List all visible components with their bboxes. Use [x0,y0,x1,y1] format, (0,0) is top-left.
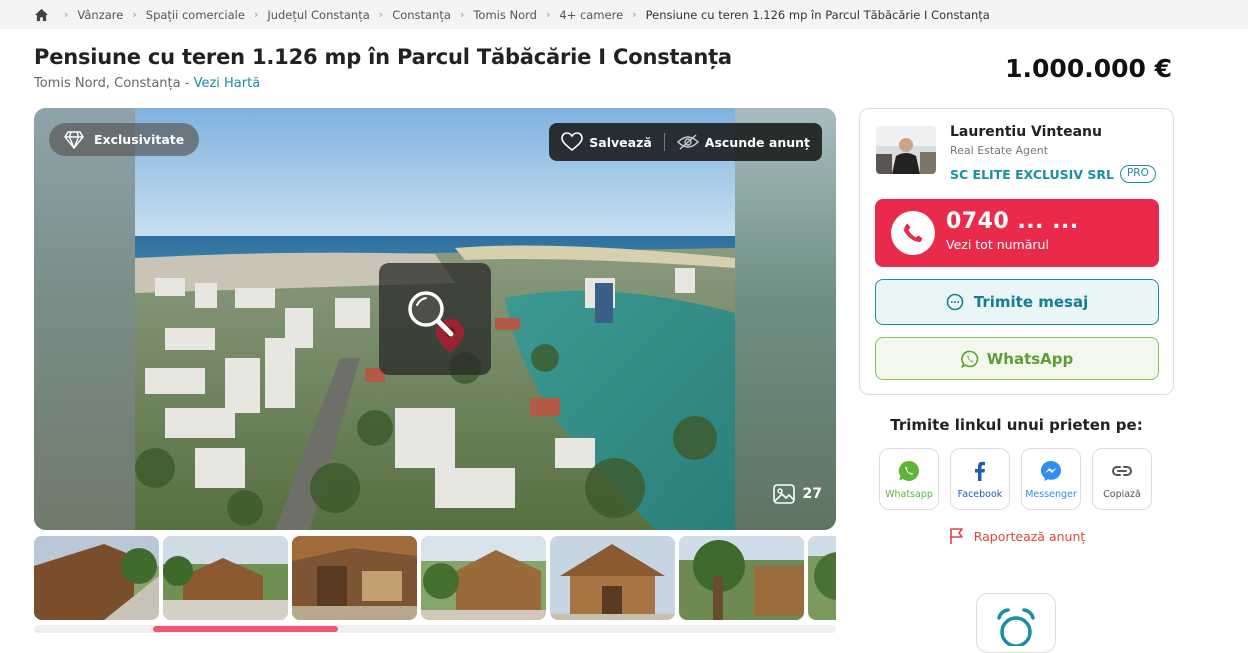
agent-card: Laurentiu Vinteanu Real Estate Agent SC … [859,108,1174,395]
gallery-blur-right [735,108,836,530]
share-whatsapp-button[interactable]: Whatsapp [879,448,939,510]
photo-count-value: 27 [802,486,822,502]
report-label: Raportează anunț [973,528,1086,544]
phone-icon [904,223,923,242]
copy-link-button[interactable]: Copiază [1092,448,1152,510]
thumbnail[interactable] [550,536,675,620]
main-gallery[interactable]: Exclusivitate Salvează Ascunde anunț 27 [34,108,836,530]
send-message-label: Trimite mesaj [973,293,1089,311]
chat-icon [946,293,964,311]
report-listing-link[interactable]: Raportează anunț [859,527,1174,545]
phone-number: 0740 ... ... [946,209,1079,234]
gallery-blur-left [34,108,135,530]
copy-link-label: Copiază [1103,488,1141,500]
thumbnail-image [550,536,675,620]
send-message-button[interactable]: Trimite mesaj [875,279,1159,325]
company-name[interactable]: SC ELITE EXCLUSIV SRL [950,167,1114,182]
agent-photo [876,126,936,174]
hide-listing-button[interactable]: Ascunde anunț [676,134,810,150]
agent-company[interactable]: SC ELITE EXCLUSIV SRL PRO [950,165,1156,183]
whatsapp-icon [960,350,978,368]
alert-widget[interactable] [976,593,1056,653]
exclusive-label: Exclusivitate [94,132,185,147]
thumbnail-image [163,536,288,620]
location-text: Tomis Nord, Constanța [34,76,181,91]
page-title: Pensiune cu teren 1.126 mp în Parcul Tăb… [34,45,732,69]
breadcrumb: › Vânzare › Spații comerciale › Județul … [0,0,1248,29]
breadcrumb-item-camere[interactable]: 4+ camere [559,8,623,22]
share-messenger-button[interactable]: Messenger [1021,448,1081,510]
breadcrumb-separator: › [459,8,465,21]
share-buttons: Whatsapp Facebook Messenger Copiază [879,448,1159,510]
whatsapp-icon [898,460,919,481]
thumbnail[interactable] [679,536,804,620]
breadcrumb-separator: › [132,8,137,21]
exclusive-badge: Exclusivitate [49,123,200,156]
listing-actions: Salvează Ascunde anunț [549,123,822,161]
location-separator: - [180,76,194,91]
breadcrumb-item-judet[interactable]: Județul Constanța [267,8,369,22]
whatsapp-label: WhatsApp [986,349,1074,368]
breadcrumb-item-zona[interactable]: Tomis Nord [473,8,537,22]
view-location-overlay[interactable] [379,263,491,375]
listing-location: Tomis Nord, Constanța - Vezi Hartă [34,76,260,91]
facebook-icon [975,461,985,481]
thumbnail-image [808,536,836,620]
breadcrumb-item-vanzare[interactable]: Vânzare [77,8,123,22]
pro-badge: PRO [1119,165,1156,183]
share-whatsapp-label: Whatsapp [885,488,933,500]
phone-icon-circle [891,211,935,255]
photo-count[interactable]: 27 [772,484,822,504]
thumbnail-image [34,536,159,620]
breadcrumb-separator: › [253,8,259,21]
thumbnail-image [292,536,417,620]
thumbnail[interactable] [163,536,288,620]
breadcrumb-separator: › [64,8,69,21]
share-messenger-label: Messenger [1025,488,1077,500]
thumbnail[interactable] [292,536,417,620]
flag-icon [949,528,963,544]
diamond-icon [64,130,84,149]
agent-role: Real Estate Agent [950,144,1049,157]
save-button[interactable]: Salvează [561,132,652,152]
save-label: Salvează [589,134,652,150]
breadcrumb-separator: › [632,8,637,21]
alarm-icon [997,608,1035,646]
link-icon [1112,465,1132,476]
hide-label: Ascunde anunț [704,134,810,150]
scrollbar-thumb[interactable] [153,626,338,632]
thumbnail[interactable] [34,536,159,620]
heart-icon [561,132,584,152]
breadcrumb-item-oras[interactable]: Constanța [392,8,451,22]
agent-name[interactable]: Laurentiu Vinteanu [950,124,1102,140]
listing-price: 1.000.000 € [1005,54,1172,83]
thumbnail-strip [34,536,836,620]
breadcrumb-separator: › [545,8,551,21]
thumbnail[interactable] [808,536,836,620]
breadcrumb-item-current: Pensiune cu teren 1.126 mp în Parcul Tăb… [645,7,990,22]
thumbnail[interactable] [421,536,546,620]
image-icon [772,484,795,504]
view-map-link[interactable]: Vezi Hartă [194,76,261,91]
home-icon[interactable] [34,8,49,22]
eye-off-icon [676,134,699,150]
map-search-icon [408,291,464,353]
thumbnail-scrollbar[interactable] [34,625,836,633]
whatsapp-button[interactable]: WhatsApp [875,337,1159,380]
actions-divider [663,133,665,151]
breadcrumb-item-spatii[interactable]: Spații comerciale [146,8,245,22]
breadcrumb-separator: › [378,8,384,21]
share-facebook-label: Facebook [957,488,1003,500]
thumbnail-image [679,536,804,620]
phone-reveal-label: Vezi tot numărul [946,237,1049,252]
share-facebook-button[interactable]: Facebook [950,448,1010,510]
share-title: Trimite linkul unui prieten pe: [890,416,1143,434]
avatar[interactable] [876,126,936,174]
thumbnail-image [421,536,546,620]
messenger-icon [1041,460,1061,481]
show-phone-button[interactable]: 0740 ... ... Vezi tot numărul [875,199,1159,267]
